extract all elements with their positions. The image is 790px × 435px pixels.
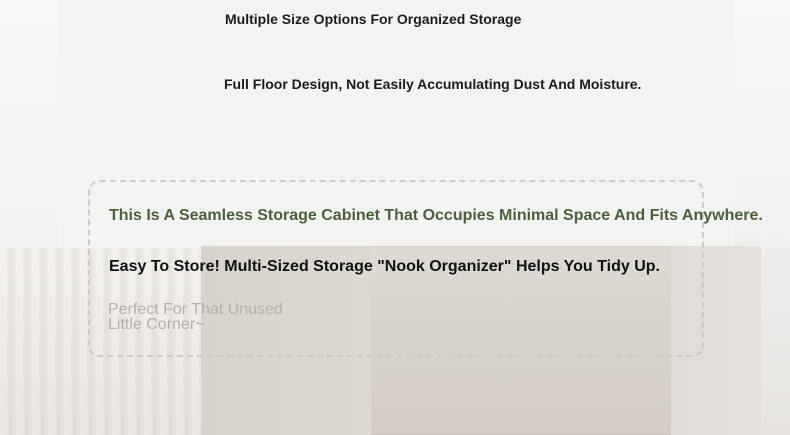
promo-note-line-1: Perfect For That Unused [108, 301, 283, 318]
headline-line-2: Full Floor Design, Not Easily Accumulati… [224, 76, 642, 92]
product-scene: Multiple Size Options For Organized Stor… [0, 0, 790, 435]
headline-line-1: Multiple Size Options For Organized Stor… [225, 11, 522, 27]
promo-title: This Is A Seamless Storage Cabinet That … [109, 207, 763, 224]
promo-note-line-2: Little Corner~ [108, 316, 205, 333]
promo-note: Perfect For That Unused Little Corner~ [108, 301, 328, 333]
promo-subtitle: Easy To Store! Multi-Sized Storage "Nook… [109, 258, 660, 275]
